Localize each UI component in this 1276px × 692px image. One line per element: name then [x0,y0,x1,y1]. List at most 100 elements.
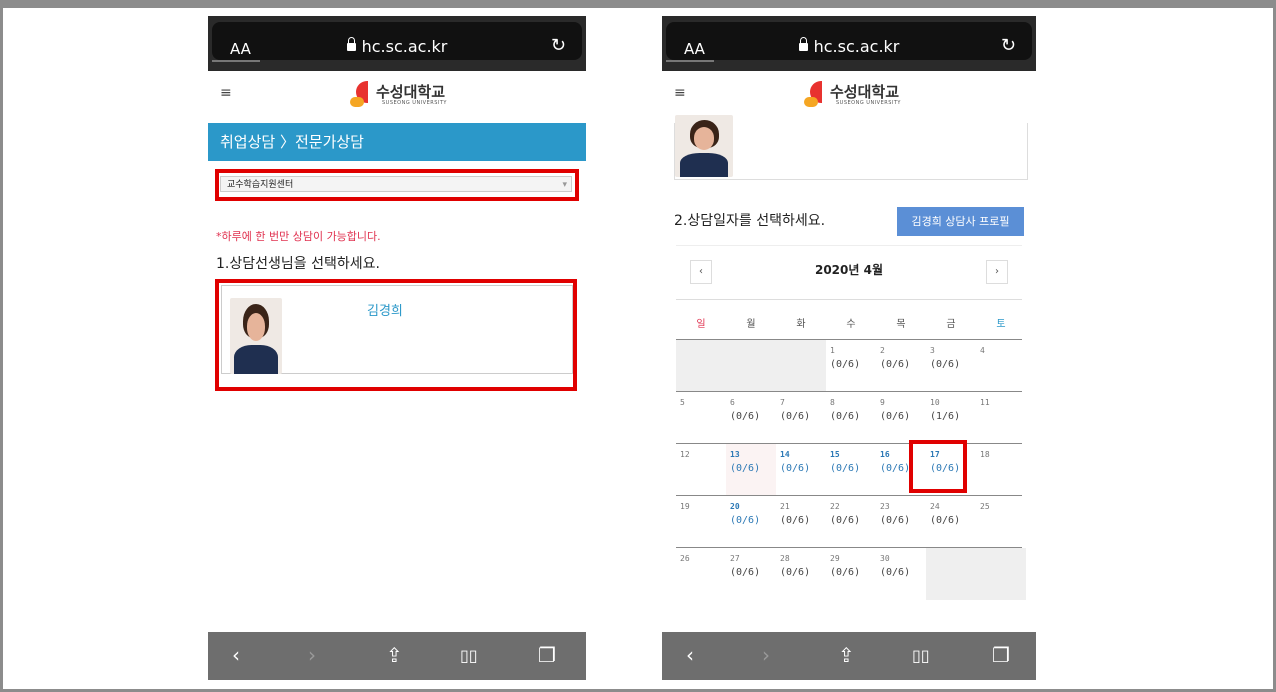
calendar-empty-cell [676,340,726,392]
bookmarks-icon[interactable]: ▯▯ [460,646,478,665]
calendar-day-15[interactable]: 15 (0/6) [826,444,876,496]
highlight-box-counselor [215,279,577,391]
calendar-day-23[interactable]: 23 (0/6) [876,496,926,548]
calendar-day-11: 11 [976,392,1026,444]
forward-icon[interactable]: › [308,643,316,667]
bookmarks-icon[interactable]: ▯▯ [912,646,930,665]
calendar-day-13[interactable]: 13 (0/6) [726,444,776,496]
step1-heading: 1.상담선생님을 선택하세요. [216,256,380,272]
day-number: 22 [830,502,840,511]
page-title: 취업상담 〉전문가상담 [208,123,586,161]
calendar: ‹ 2020년 4월 › 일 월 화 수 목 금 토 1 (0/6) 2 (0/6) 3 (0/6) 4… [676,245,1026,605]
outer-frame [0,0,1276,692]
calendar-month: 2020년 4월 [814,263,883,277]
slot-count: (0/6) [730,515,761,526]
calendar-empty-cell [976,548,1026,600]
forward-icon[interactable]: › [762,643,770,667]
weekday-6: 토 [996,319,1006,330]
weekday-3: 수 [846,319,856,330]
day-number: 4 [980,346,985,355]
slot-count: (0/6) [830,567,861,578]
browser-address-bar: AA hc.sc.ac.kr ↻ [662,16,1036,71]
day-number: 1 [830,346,835,355]
calendar-day-14[interactable]: 14 (0/6) [776,444,826,496]
day-number: 26 [680,554,690,563]
logo-mark-icon [804,81,826,107]
calendar-week: 5 6 (0/6) 7 (0/6) 8 (0/6) 9 (0/6) 10 (1/6) 11 [676,391,1022,444]
logo-subtitle: SUSEONG UNIVERSITY [382,100,447,106]
day-number: 27 [730,554,740,563]
calendar-empty-cell [926,548,976,600]
slot-count: (0/6) [930,515,961,526]
calendar-week: 26 27 (0/6) 28 (0/6) 29 (0/6) 30 (0/6) [676,547,1026,600]
calendar-day-8[interactable]: 8 (0/6) [826,392,876,444]
slot-count: (0/6) [880,411,911,422]
calendar-header: ‹ 2020년 4월 › [676,245,1022,300]
highlight-box-select [215,169,579,201]
calendar-day-7[interactable]: 7 (0/6) [776,392,826,444]
calendar-day-2[interactable]: 2 (0/6) [876,340,926,392]
back-icon[interactable]: ‹ [232,643,240,667]
url-label: hc.sc.ac.kr [361,37,448,56]
calendar-day-22[interactable]: 22 (0/6) [826,496,876,548]
day-number: 9 [880,398,885,407]
day-number: 2 [880,346,885,355]
calendar-day-9[interactable]: 9 (0/6) [876,392,926,444]
lock-icon [798,37,808,51]
calendar-day-1[interactable]: 1 (0/6) [826,340,876,392]
day-number: 16 [880,450,890,459]
reload-icon[interactable]: ↻ [551,35,566,56]
back-icon[interactable]: ‹ [686,643,694,667]
calendar-day-10[interactable]: 10 (1/6) [926,392,976,444]
hamburger-menu-icon[interactable]: ≡ [220,85,232,101]
slot-count: (1/6) [930,411,961,422]
slot-count: (0/6) [880,515,911,526]
weekday-5: 금 [946,319,956,330]
weekday-2: 화 [796,319,806,330]
calendar-day-20[interactable]: 20 (0/6) [726,496,776,548]
next-month-button[interactable]: › [986,260,1008,284]
notice-text: *하루에 한 번만 상담이 가능합니다. [216,230,381,243]
day-number: 21 [780,502,790,511]
calendar-day-30[interactable]: 30 (0/6) [876,548,926,600]
day-number: 7 [780,398,785,407]
logo-subtitle: SUSEONG UNIVERSITY [836,100,901,106]
tabs-icon[interactable]: ❐ [538,643,556,667]
day-number: 15 [830,450,840,459]
slot-count: (0/6) [780,567,811,578]
slot-count: (0/6) [930,359,961,370]
step2-heading: 2.상담일자를 선택하세요. [674,213,826,229]
calendar-day-28[interactable]: 28 (0/6) [776,548,826,600]
day-number: 19 [680,502,690,511]
reload-icon[interactable]: ↻ [1001,35,1016,56]
share-icon[interactable]: ⇪ [386,643,403,667]
day-number: 25 [980,502,990,511]
logo-name: 수성대학교 [376,83,446,101]
calendar-day-25: 25 [976,496,1026,548]
calendar-day-27[interactable]: 27 (0/6) [726,548,776,600]
counselor-profile-button[interactable]: 김경희 상담사 프로필 [897,207,1024,236]
day-number: 18 [980,450,990,459]
calendar-day-24[interactable]: 24 (0/6) [926,496,976,548]
tabs-icon[interactable]: ❐ [992,643,1010,667]
url-label: hc.sc.ac.kr [813,37,900,56]
browser-address-bar: AA hc.sc.ac.kr ↻ [208,16,586,71]
counselor-photo [675,115,733,177]
day-number: 14 [780,450,790,459]
url-field[interactable]: AA hc.sc.ac.kr ↻ [212,22,582,60]
calendar-empty-cell [726,340,776,392]
slot-count: (0/6) [730,411,761,422]
calendar-day-3[interactable]: 3 (0/6) [926,340,976,392]
hamburger-menu-icon[interactable]: ≡ [674,85,686,101]
calendar-week: 19 20 (0/6) 21 (0/6) 22 (0/6) 23 (0/6) 24 (0/6) 25 [676,495,1022,548]
url-field[interactable]: AA hc.sc.ac.kr ↻ [666,22,1032,60]
calendar-day-6[interactable]: 6 (0/6) [726,392,776,444]
calendar-day-21[interactable]: 21 (0/6) [776,496,826,548]
calendar-day-29[interactable]: 29 (0/6) [826,548,876,600]
slot-count: (0/6) [830,359,861,370]
highlight-box-date-17 [909,440,967,493]
day-number: 8 [830,398,835,407]
weekday-1: 월 [746,319,756,330]
share-icon[interactable]: ⇪ [838,643,855,667]
slot-count: (0/6) [780,515,811,526]
